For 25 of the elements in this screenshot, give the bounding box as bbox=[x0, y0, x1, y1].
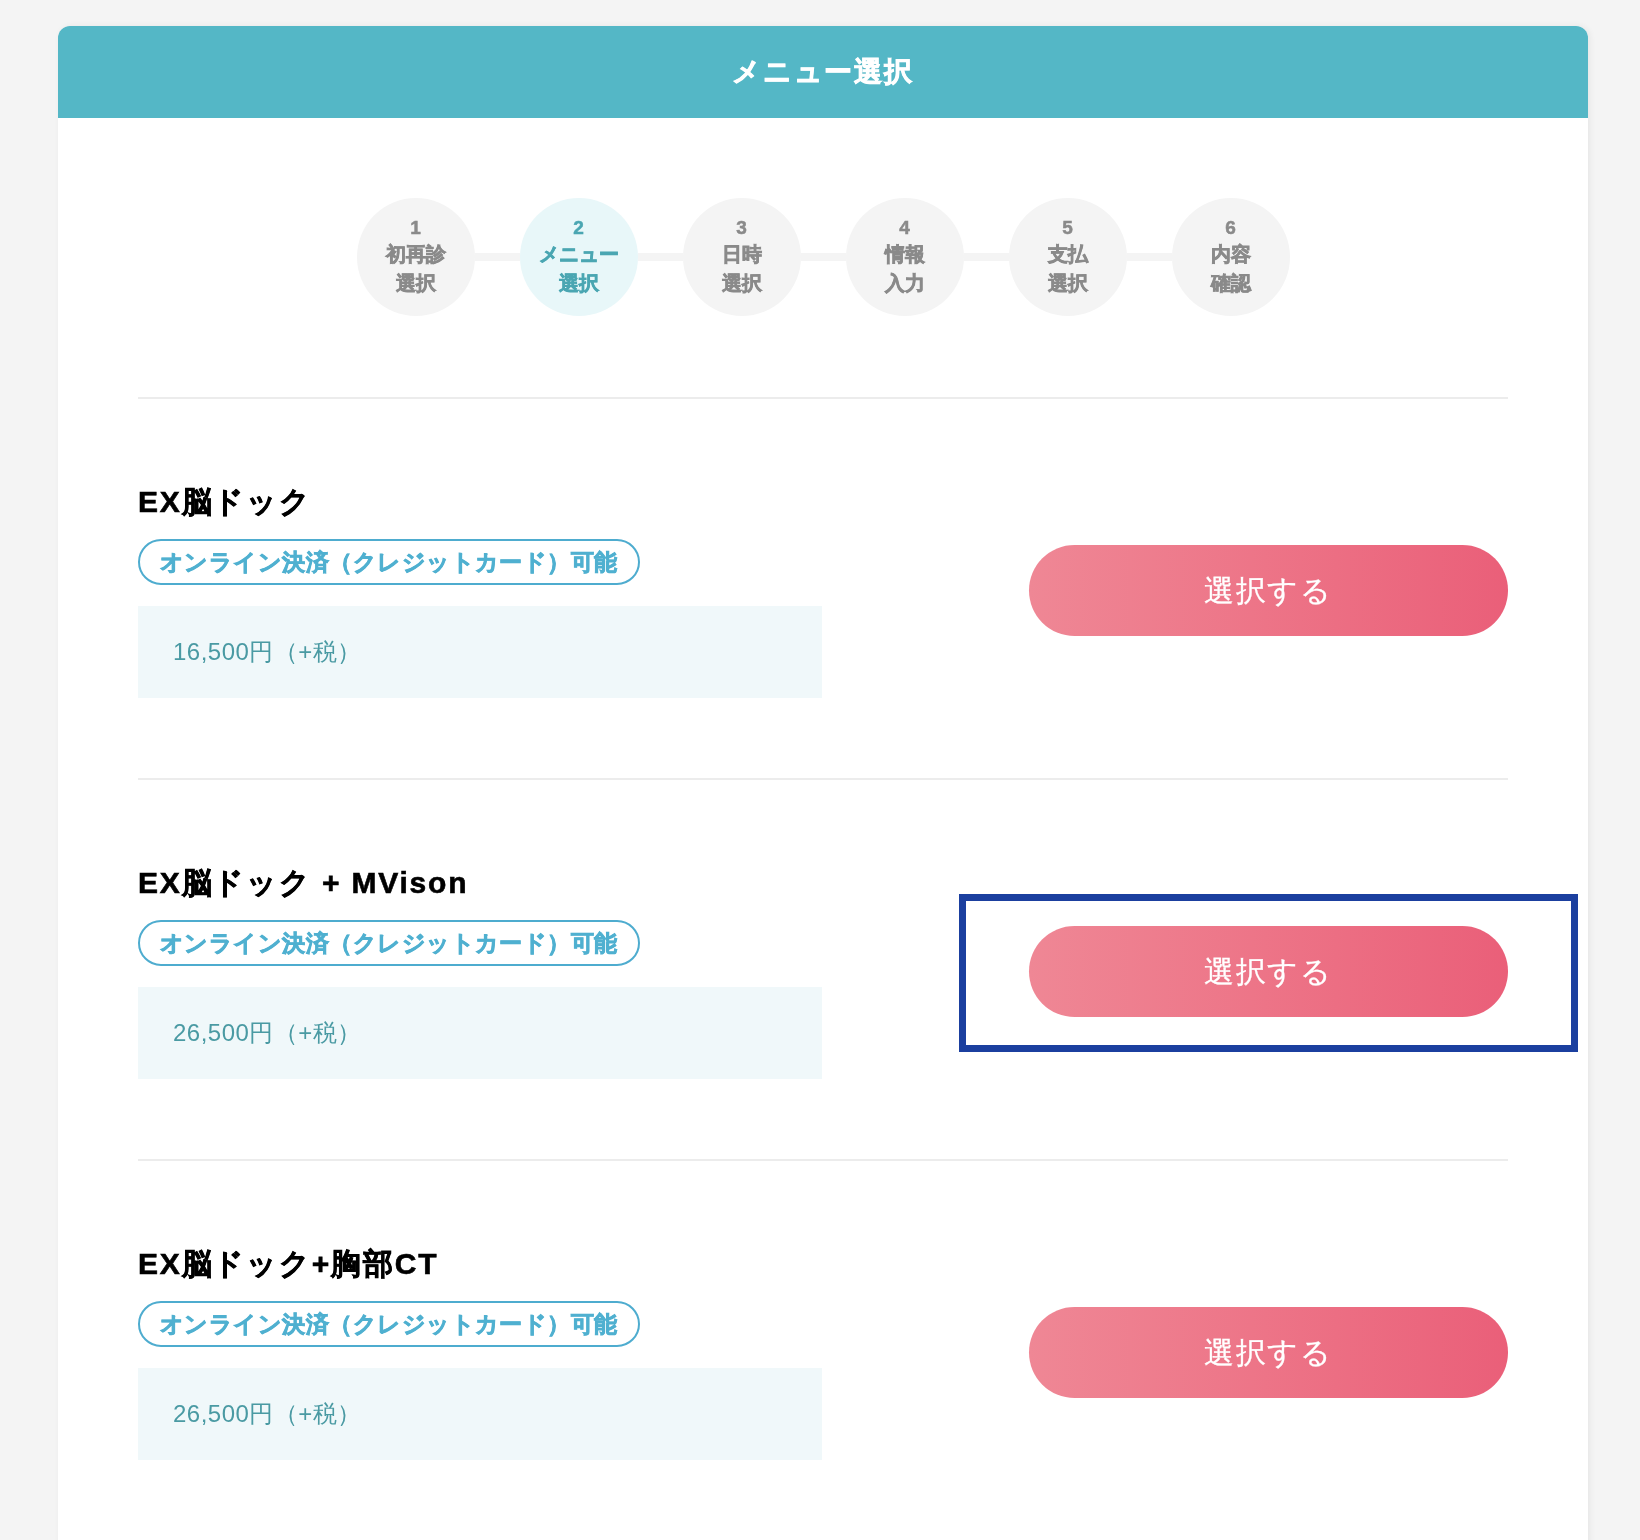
select-button[interactable]: 選択する bbox=[1029, 545, 1508, 636]
step-number: 3 bbox=[736, 216, 747, 240]
step-number: 4 bbox=[899, 216, 910, 240]
online-payment-tag: オンライン決済（クレジットカード）可能 bbox=[138, 539, 640, 585]
step-label: メニュー 選択 bbox=[538, 242, 619, 296]
menu-title: EX脳ドック + MVison bbox=[138, 865, 470, 901]
step-number: 6 bbox=[1225, 216, 1236, 240]
select-button[interactable]: 選択する bbox=[1029, 1307, 1508, 1398]
price-text: 26,500円（+税） bbox=[173, 1399, 362, 1429]
step-label: 情報 入力 bbox=[884, 242, 925, 296]
step-label: 内容 確認 bbox=[1210, 242, 1251, 296]
menu-title: EX脳ドック+胸部CT bbox=[138, 1246, 440, 1282]
step-number: 5 bbox=[1062, 216, 1073, 240]
select-button[interactable]: 選択する bbox=[1029, 926, 1508, 1017]
step-number: 2 bbox=[573, 216, 584, 240]
price-text: 26,500円（+税） bbox=[173, 1018, 362, 1048]
page-title: メニュー選択 bbox=[732, 55, 914, 89]
step-number: 1 bbox=[410, 216, 421, 240]
online-payment-tag: オンライン決済（クレジットカード）可能 bbox=[138, 920, 640, 966]
price-text: 16,500円（+税） bbox=[173, 637, 362, 667]
step-label: 初再診 選択 bbox=[385, 242, 446, 296]
menu-title: EX脳ドック bbox=[138, 484, 313, 520]
step-label: 支払 選択 bbox=[1047, 242, 1088, 296]
online-payment-tag: オンライン決済（クレジットカード）可能 bbox=[138, 1301, 640, 1347]
step-label: 日時 選択 bbox=[721, 242, 762, 296]
